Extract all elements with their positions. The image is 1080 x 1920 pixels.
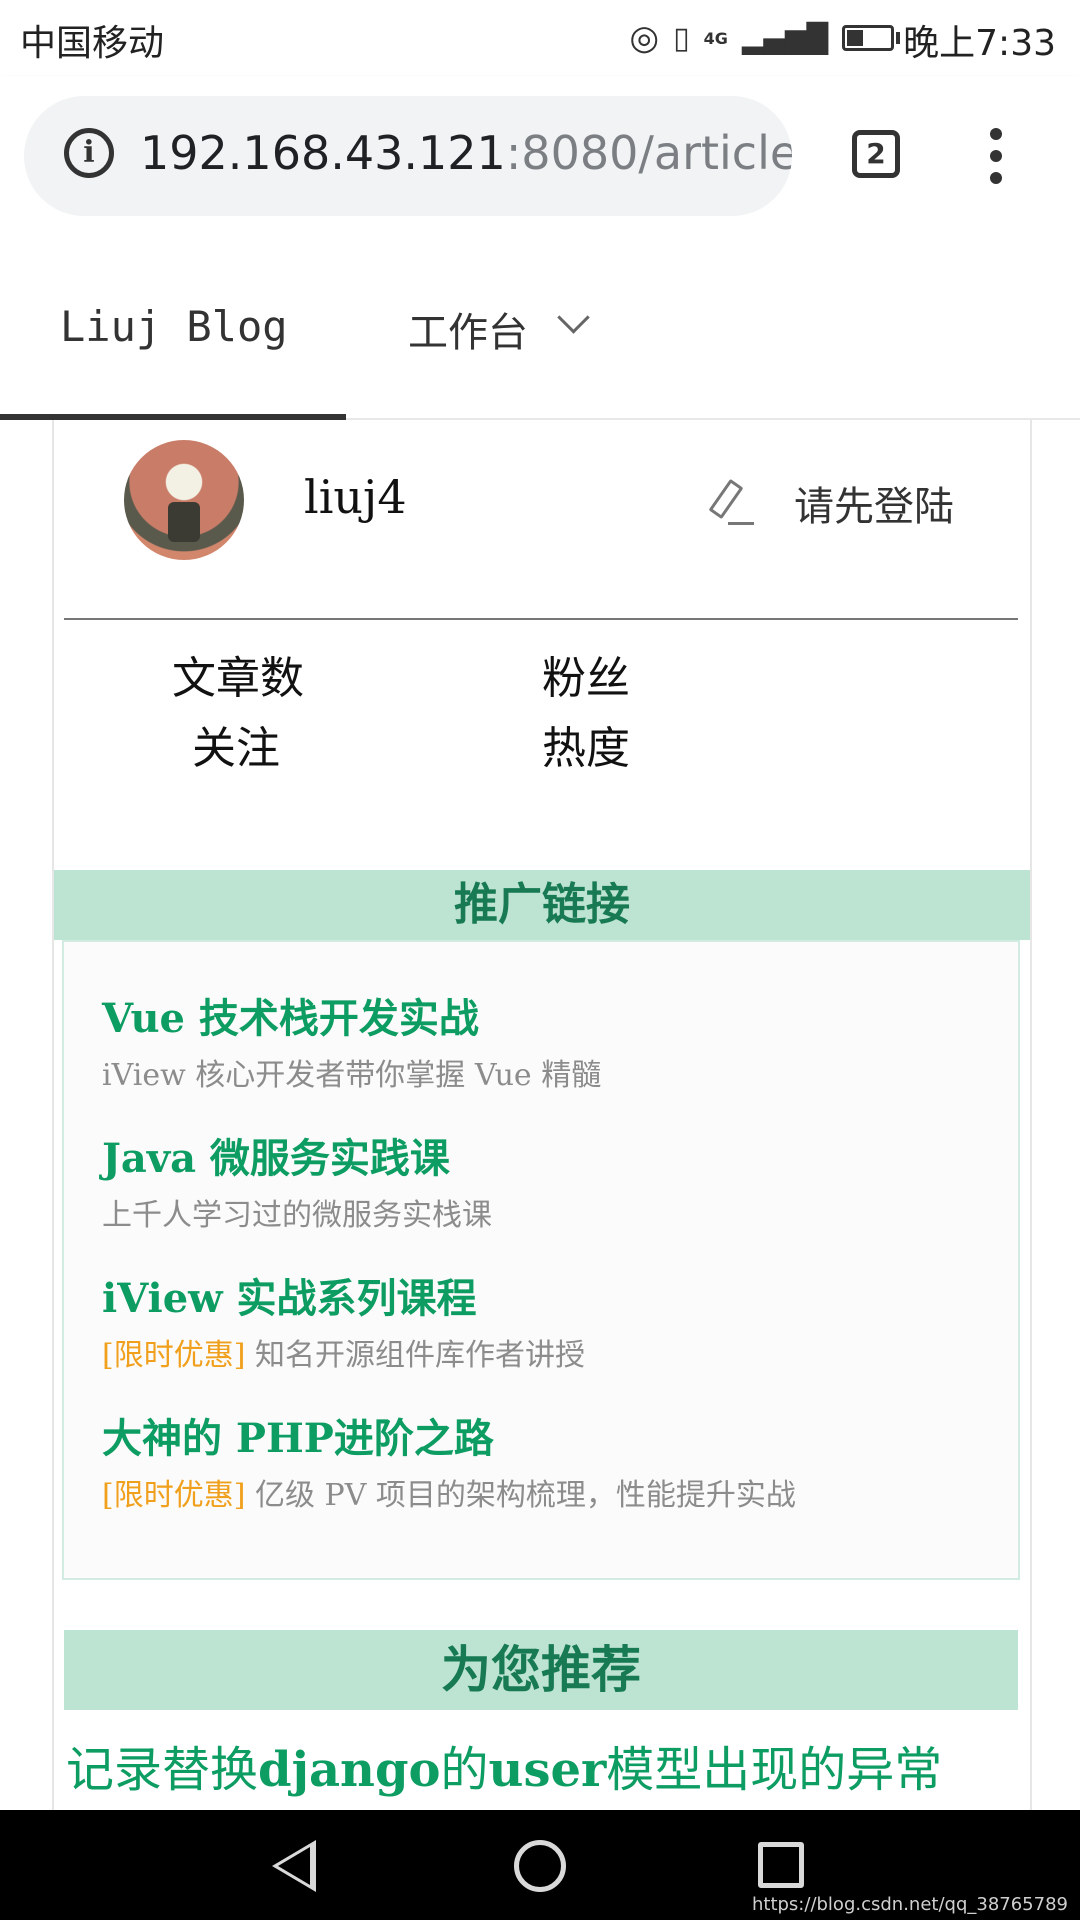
profile-card: liuj4 请先登陆 文章数 粉丝 关注 热度 推广链接 Vue 技术栈开发实战… bbox=[52, 420, 1032, 1810]
promo-title[interactable]: Java 微服务实践课 bbox=[102, 1126, 492, 1184]
username[interactable]: liuj4 bbox=[304, 470, 407, 524]
recommend-item[interactable]: 记录替换django的user模型出现的异常 bbox=[66, 1730, 942, 1800]
carrier-label: 中国移动 bbox=[20, 23, 165, 64]
promo-item[interactable]: 大神的 PHP进阶之路 [限时优惠] 亿级 PV 项目的架构梳理，性能提升实战 bbox=[102, 1406, 796, 1514]
status-bar: 中国移动 ◎ ▯ 4G ▂▄▆█ 晚上7:33 bbox=[0, 0, 1080, 76]
promo-desc: iView 核心开发者带你掌握 Vue 精髓 bbox=[102, 1058, 602, 1093]
brand-tab[interactable]: Liuj Blog bbox=[60, 302, 288, 351]
promo-list: Vue 技术栈开发实战 iView 核心开发者带你掌握 Vue 精髓 Java … bbox=[62, 940, 1020, 1580]
promo-item[interactable]: Java 微服务实践课 上千人学习过的微服务实栈课 bbox=[102, 1126, 492, 1234]
promo-tag: [限时优惠] bbox=[102, 1338, 246, 1373]
promo-item[interactable]: Vue 技术栈开发实战 iView 核心开发者带你掌握 Vue 精髓 bbox=[102, 986, 601, 1094]
promo-item[interactable]: iView 实战系列课程 [限时优惠] 知名开源组件库作者讲授 bbox=[102, 1266, 585, 1374]
url-bar[interactable]: i 192.168.43.121:8080/article/ bbox=[24, 96, 792, 216]
battery-icon bbox=[842, 25, 894, 51]
stat-heat: 热度 bbox=[542, 723, 630, 774]
system-nav-bar: https://blog.csdn.net/qq_38765789 bbox=[0, 1810, 1080, 1920]
site-nav: Liuj Blog 工作台 bbox=[0, 240, 1080, 420]
chevron-down-icon[interactable] bbox=[557, 301, 590, 334]
url-text[interactable]: 192.168.43.121:8080/article/ bbox=[140, 126, 792, 180]
divider bbox=[64, 618, 1018, 620]
pencil-icon bbox=[706, 478, 754, 528]
avatar[interactable] bbox=[124, 440, 244, 560]
url-path: :8080/article/ bbox=[505, 126, 792, 180]
recents-icon[interactable] bbox=[758, 1842, 804, 1888]
stat-following: 关注 bbox=[192, 723, 280, 774]
more-menu-icon[interactable] bbox=[988, 128, 1004, 188]
workbench-menu[interactable]: 工作台 bbox=[408, 300, 528, 358]
promo-header: 推广链接 bbox=[54, 870, 1030, 940]
promo-tag: [限时优惠] bbox=[102, 1478, 246, 1513]
clock: 晚上7:33 bbox=[903, 23, 1056, 64]
signal-icon: ▂▄▆█ bbox=[741, 21, 828, 55]
promo-desc: 上千人学习过的微服务实栈课 bbox=[102, 1198, 492, 1233]
status-icons: ◎ ▯ 4G ▂▄▆█ bbox=[629, 16, 900, 60]
browser-toolbar: i 192.168.43.121:8080/article/ 2 bbox=[0, 76, 1080, 240]
back-icon[interactable] bbox=[272, 1840, 316, 1892]
network-type-label: 4G bbox=[703, 28, 728, 48]
hotspot-icon: ◎ bbox=[629, 18, 660, 58]
vibrate-icon: ▯ bbox=[673, 20, 690, 56]
promo-desc: [限时优惠] 亿级 PV 项目的架构梳理，性能提升实战 bbox=[102, 1478, 796, 1513]
login-link[interactable]: 请先登陆 bbox=[706, 474, 954, 532]
watermark: https://blog.csdn.net/qq_38765789 bbox=[751, 1894, 1068, 1915]
promo-title[interactable]: Vue 技术栈开发实战 bbox=[102, 986, 601, 1044]
battery-tip bbox=[896, 32, 900, 44]
stat-fans: 粉丝 bbox=[542, 653, 630, 704]
stat-articles: 文章数 bbox=[172, 653, 304, 704]
promo-desc: [限时优惠] 知名开源组件库作者讲授 bbox=[102, 1338, 585, 1373]
info-icon[interactable]: i bbox=[64, 128, 114, 178]
recommend-header: 为您推荐 bbox=[64, 1630, 1018, 1710]
login-link-label: 请先登陆 bbox=[794, 484, 954, 530]
url-host: 192.168.43.121 bbox=[140, 126, 506, 180]
promo-title[interactable]: 大神的 PHP进阶之路 bbox=[102, 1406, 796, 1464]
promo-title[interactable]: iView 实战系列课程 bbox=[102, 1266, 585, 1324]
home-icon[interactable] bbox=[514, 1840, 566, 1892]
tab-switcher-button[interactable]: 2 bbox=[852, 130, 900, 178]
